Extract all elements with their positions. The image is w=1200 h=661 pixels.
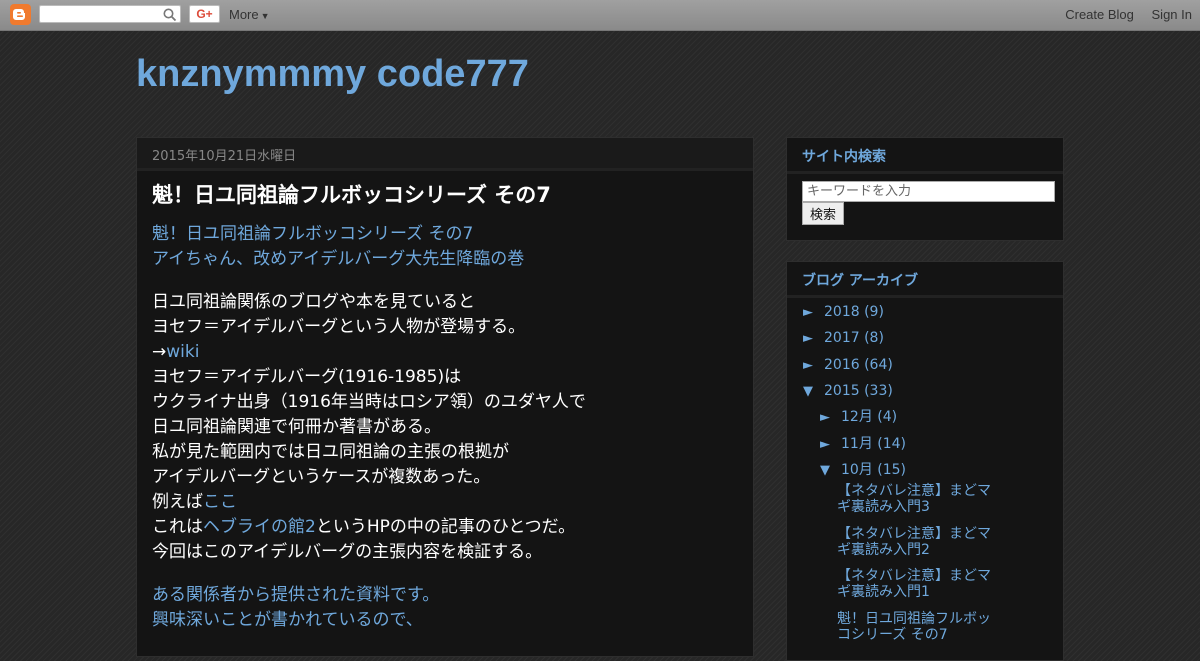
post-paragraph: 日ユ同祖論関係のブログや本を見ていると ヨセフ＝アイデルバーグという人物が登場す… — [152, 290, 738, 565]
example-link[interactable]: ここ — [203, 492, 237, 512]
body-text: これは — [152, 517, 203, 537]
wiki-link[interactable]: wiki — [166, 342, 199, 362]
body-line: 私が見た範囲内では日ユ同祖論の主張の根拠が — [152, 442, 509, 462]
post-intro: 魁！日ユ同祖論フルボッコシリーズ その7 アイちゃん、改めアイデルバーグ大先生降… — [152, 222, 738, 272]
body-text: というHPの中の記事のひとつだ。 — [315, 517, 576, 537]
expand-arrow-icon[interactable]: ► — [820, 410, 841, 425]
body-line: →wiki — [152, 340, 738, 365]
search-widget-title: サイト内検索 — [787, 138, 1063, 174]
body-line: これはヘブライの館2というHPの中の記事のひとつだ。 — [152, 515, 738, 540]
create-blog-link[interactable]: Create Blog — [1065, 7, 1134, 22]
hebrew-house-link[interactable]: ヘブライの館2 — [203, 517, 316, 537]
intro-line[interactable]: 魁！日ユ同祖論フルボッコシリーズ その7 — [152, 222, 738, 247]
intro-line[interactable]: アイちゃん、改めアイデルバーグ大先生降臨の巻 — [152, 247, 738, 272]
body-line: ヨセフ＝アイデルバーグ(1916-1985)は — [152, 367, 462, 387]
google-plus-button[interactable]: G+ — [189, 5, 220, 23]
expand-arrow-icon[interactable]: ► — [803, 331, 824, 346]
body-line: ヨセフ＝アイデルバーグという人物が登場する。 — [152, 317, 526, 337]
body-line: 例えばここ — [152, 490, 738, 515]
archive-year-label[interactable]: 2016 — [824, 357, 860, 373]
archive-year-label[interactable]: 2017 — [824, 330, 860, 346]
more-menu[interactable]: More ▼ — [229, 7, 270, 22]
archive-count: (14) — [877, 436, 907, 452]
archive-month-12[interactable]: ► 12月 (4) — [820, 406, 897, 426]
search-icon[interactable] — [162, 7, 178, 23]
archive-count: (15) — [877, 462, 907, 478]
collapse-arrow-icon[interactable]: ▼ — [820, 463, 841, 478]
archive-count: (9) — [864, 304, 884, 320]
body-line: アイデルバーグというケースが複数あった。 — [152, 467, 491, 487]
blog-archive-widget: ブログ アーカイブ ► 2018 (9) ► 2017 (8) ► 2016 (64)… — [786, 261, 1064, 661]
archive-count: (33) — [864, 383, 893, 399]
archive-post-link[interactable]: 魁！日ユ同祖論フルボッコシリーズ その7 — [837, 611, 1002, 643]
archive-count: (4) — [877, 409, 898, 425]
archive-year-label[interactable]: 2015 — [824, 383, 860, 399]
body-line: 日ユ同祖論関係のブログや本を見ていると — [152, 292, 475, 312]
post-body: 魁！日ユ同祖論フルボッコシリーズ その7 アイちゃん、改めアイデルバーグ大先生降… — [137, 208, 753, 633]
archive-month-label[interactable]: 12月 — [841, 409, 873, 425]
site-search-widget: サイト内検索 検索 — [786, 137, 1064, 241]
blogger-logo-icon[interactable] — [10, 4, 31, 25]
arrow-text: → — [152, 342, 167, 362]
body-line: 日ユ同祖論関連で何冊か著書がある。 — [152, 417, 441, 437]
more-label: More — [229, 7, 259, 22]
archive-post-link[interactable]: 【ネタバレ注意】まどマギ裏読み入門1 — [837, 568, 1002, 600]
caret-down-icon: ▼ — [260, 11, 270, 21]
body-line: 今回はこのアイデルバーグの主張内容を検証する。 — [152, 542, 543, 562]
blogger-navbar: G+ More ▼ Create Blog Sign In — [0, 0, 1200, 31]
archive-year-label[interactable]: 2018 — [824, 304, 860, 320]
tail-line: ある関係者から提供された資料です。 — [152, 585, 440, 605]
archive-year-2017[interactable]: ► 2017 (8) — [803, 330, 884, 346]
archive-count: (64) — [864, 357, 893, 373]
archive-widget-title: ブログ アーカイブ — [787, 262, 1063, 298]
archive-year-2015[interactable]: ▼ 2015 (33) — [803, 383, 893, 399]
post-date: 2015年10月21日水曜日 — [137, 138, 753, 171]
post-title[interactable]: 魁！日ユ同祖論フルボッコシリーズ その7 — [137, 171, 753, 208]
navbar-search-input[interactable] — [39, 5, 181, 23]
archive-post-link[interactable]: 【ネタバレ注意】まどマギ裏読み入門3 — [837, 483, 1002, 515]
tail-line: 興味深いことが書かれているので、 — [152, 610, 423, 630]
archive-count: (8) — [864, 330, 884, 346]
archive-month-label[interactable]: 11月 — [841, 436, 873, 452]
expand-arrow-icon[interactable]: ► — [820, 437, 841, 452]
search-input[interactable] — [802, 181, 1055, 202]
expand-arrow-icon[interactable]: ► — [803, 358, 824, 373]
post-column: 2015年10月21日水曜日 魁！日ユ同祖論フルボッコシリーズ その7 魁！日ユ… — [136, 137, 754, 657]
body-text: 例えば — [152, 492, 203, 512]
archive-year-2016[interactable]: ► 2016 (64) — [803, 357, 893, 373]
expand-arrow-icon[interactable]: ► — [803, 305, 824, 320]
search-button[interactable]: 検索 — [802, 202, 845, 225]
post-tail: ある関係者から提供された資料です。 興味深いことが書かれているので、 — [152, 583, 738, 633]
blog-title[interactable]: knznymmmy code777 — [136, 52, 529, 96]
archive-year-2018[interactable]: ► 2018 (9) — [803, 304, 884, 320]
archive-month-label[interactable]: 10月 — [841, 462, 873, 478]
sign-in-link[interactable]: Sign In — [1152, 7, 1192, 22]
body-line: ウクライナ出身（1916年当時はロシア領）のユダヤ人で — [152, 392, 586, 412]
collapse-arrow-icon[interactable]: ▼ — [803, 384, 824, 399]
archive-month-10[interactable]: ▼ 10月 (15) — [820, 459, 906, 479]
archive-month-11[interactable]: ► 11月 (14) — [820, 433, 906, 453]
archive-post-link[interactable]: 【ネタバレ注意】まどマギ裏読み入門2 — [837, 526, 1002, 558]
navbar-right: Create Blog Sign In — [1051, 7, 1192, 22]
